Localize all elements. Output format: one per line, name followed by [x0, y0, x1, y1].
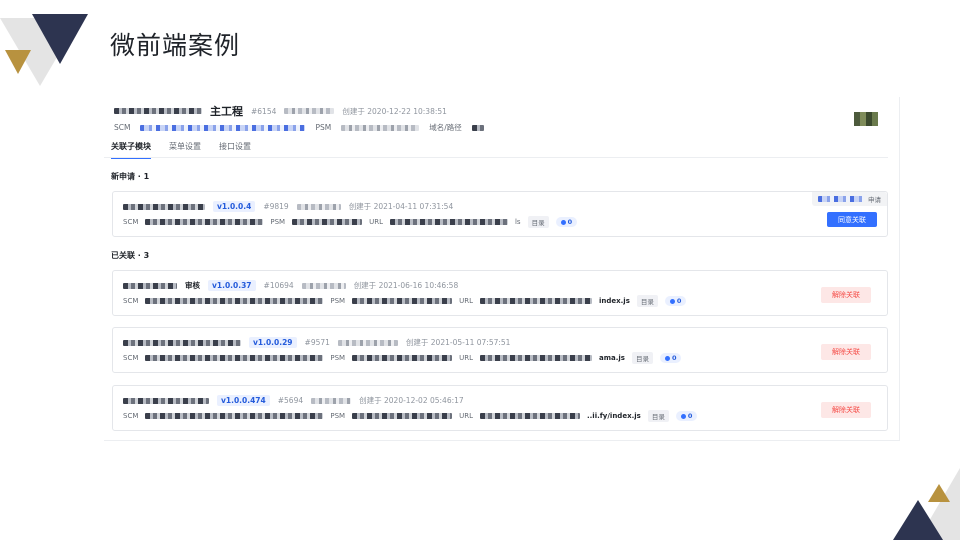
redacted-psm	[352, 413, 453, 419]
version-badge: v1.0.0.37	[208, 280, 256, 291]
linked-card: v1.0.0.29 #9571 创建于 2021-05-11 07:57:51 …	[112, 327, 888, 373]
redacted-scm	[145, 298, 324, 304]
module-id: #9819	[263, 202, 289, 211]
redacted-scm	[145, 219, 264, 225]
redacted-scm	[145, 355, 324, 361]
redacted-owner	[301, 282, 346, 289]
psm-label: PSM	[315, 123, 332, 132]
url-tail: ls	[514, 218, 521, 226]
approve-link-button[interactable]: 同意关联	[827, 212, 877, 227]
domain-label: 域名/路径	[429, 123, 462, 132]
status-dot-icon	[560, 219, 566, 225]
module-created: 创建于 2020-12-02 05:46:17	[359, 396, 464, 405]
dir-tag: 目录	[647, 410, 669, 422]
redacted-module-name	[123, 203, 205, 210]
unlink-button[interactable]: 解除关联	[821, 402, 871, 418]
scm-label: SCM	[114, 123, 131, 132]
module-created: 创建于 2021-06-16 10:46:58	[353, 281, 459, 290]
redacted-scm[interactable]	[140, 124, 306, 131]
project-meta: SCM PSM 域名/路径	[114, 122, 484, 133]
redacted-psm	[341, 124, 420, 131]
app-panel: 主工程 #6154 创建于 2020-12-22 10:38:51 SCM PS…	[104, 97, 900, 441]
url-label: URL	[369, 218, 383, 226]
linked-card: 审核 v1.0.0.37 #10694 创建于 2021-06-16 10:46…	[112, 270, 888, 316]
version-badge: v1.0.0.4	[213, 201, 256, 212]
decor-triangle-gold	[5, 50, 31, 74]
version-badge: v1.0.0.474	[217, 395, 270, 406]
module-id: #10694	[263, 281, 294, 290]
tabs-divider	[104, 157, 888, 158]
project-id: #6154	[251, 106, 277, 116]
module-created: 创建于 2021-05-11 07:57:51	[405, 338, 511, 347]
module-id: #5694	[277, 396, 304, 405]
redacted-psm	[352, 298, 453, 304]
unlink-button[interactable]: 解除关联	[821, 287, 871, 303]
decor-triangle-navy-bottom	[893, 500, 943, 540]
redacted-requester	[818, 196, 864, 202]
redacted-scm	[145, 413, 324, 419]
decor-triangle-gold-bottom	[928, 484, 950, 502]
count-badge: 0	[659, 353, 682, 363]
redacted-owner	[311, 397, 352, 404]
url-label: URL	[459, 297, 473, 305]
count-badge: 0	[675, 411, 698, 421]
redacted-psm	[352, 355, 453, 361]
dir-tag: 目录	[527, 216, 549, 228]
linked-card: v1.0.0.474 #5694 创建于 2020-12-02 05:46:17…	[112, 385, 888, 431]
project-created: 创建于 2020-12-22 10:38:51	[342, 106, 447, 116]
linked-heading: 已关联 · 3	[111, 251, 150, 260]
project-title: 主工程	[210, 105, 243, 118]
psm-label: PSM	[330, 297, 346, 305]
redacted-url	[479, 355, 592, 361]
status-dot-icon	[680, 413, 686, 419]
url-tail: ..ii.fy/index.js	[586, 412, 641, 420]
redacted-owner	[337, 339, 398, 346]
psm-label: PSM	[270, 218, 286, 226]
url-tail: ama.js	[598, 354, 625, 362]
unlink-button[interactable]: 解除关联	[821, 344, 871, 360]
slide-title: 微前端案例	[110, 31, 241, 60]
psm-label: PSM	[330, 412, 346, 420]
pending-heading: 新申请 · 1	[111, 172, 150, 181]
module-created: 创建于 2021-04-11 07:31:54	[348, 202, 454, 211]
url-tail: index.js	[598, 297, 630, 305]
scm-label: SCM	[123, 412, 139, 420]
request-label: 申请	[868, 196, 881, 204]
project-header: 主工程 #6154 创建于 2020-12-22 10:38:51	[114, 103, 447, 119]
decor-triangle-navy	[32, 14, 88, 64]
redacted-url	[389, 219, 508, 225]
status-dot-icon	[664, 355, 670, 361]
redacted-url	[479, 298, 592, 304]
redacted-owner	[296, 203, 341, 210]
redacted-psm	[292, 219, 363, 225]
dir-tag: 目录	[636, 295, 658, 307]
avatar[interactable]	[854, 112, 878, 126]
redacted-domain	[471, 124, 484, 131]
request-tag: 申请	[812, 192, 887, 206]
pending-card: v1.0.0.4 #9819 创建于 2021-04-11 07:31:54 S…	[112, 191, 888, 237]
redacted-owner	[284, 108, 335, 114]
module-name-suffix: 审核	[185, 281, 200, 290]
scm-label: SCM	[123, 297, 139, 305]
url-label: URL	[459, 354, 473, 362]
count-badge: 0	[555, 217, 578, 227]
count-badge: 0	[664, 296, 687, 306]
scm-label: SCM	[123, 218, 139, 226]
version-badge: v1.0.0.29	[249, 337, 297, 348]
module-id: #9571	[304, 338, 330, 347]
redacted-module-name	[123, 282, 177, 289]
status-dot-icon	[669, 298, 675, 304]
redacted-module-name	[123, 339, 241, 346]
dir-tag: 目录	[631, 352, 653, 364]
url-label: URL	[459, 412, 473, 420]
scm-label: SCM	[123, 354, 139, 362]
redacted-project-name	[114, 108, 202, 114]
redacted-url	[479, 413, 580, 419]
redacted-module-name	[123, 397, 209, 404]
psm-label: PSM	[330, 354, 346, 362]
